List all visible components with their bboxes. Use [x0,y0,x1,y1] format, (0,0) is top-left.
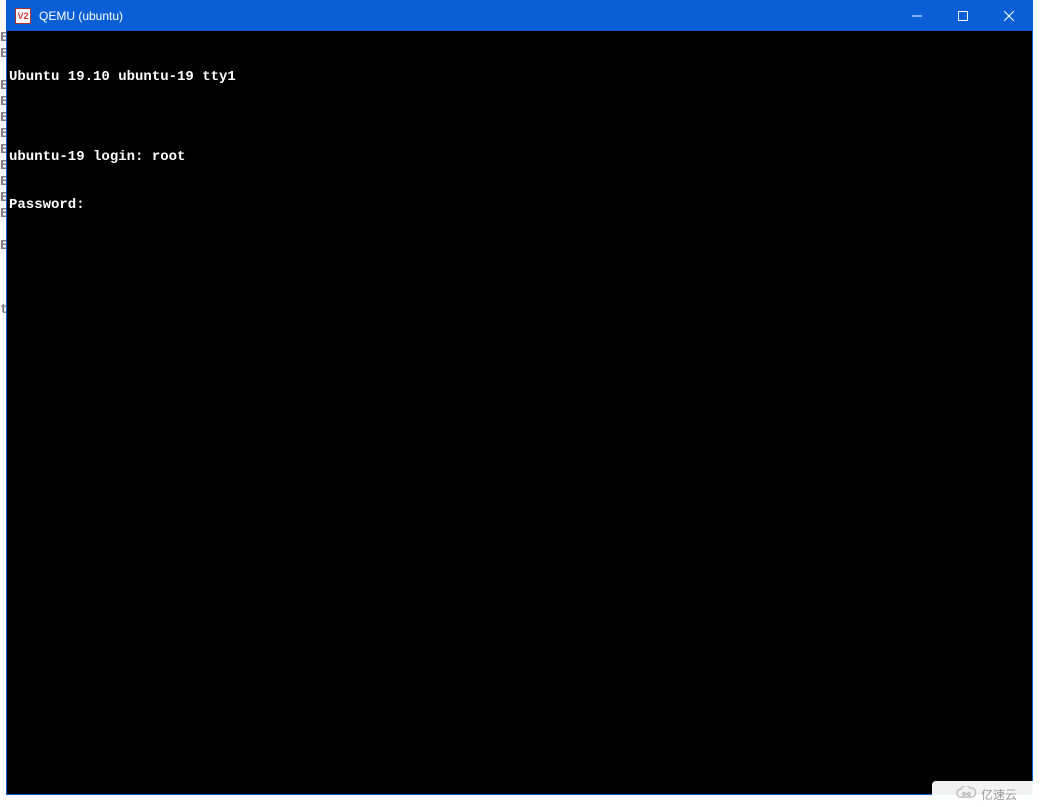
app-icon: V2 [15,8,31,24]
minimize-icon [912,11,922,21]
maximize-button[interactable] [940,1,986,31]
login-input-value: root [152,149,186,165]
maximize-icon [958,11,968,21]
watermark: 亿速云 [932,781,1040,807]
watermark-text: 亿速云 [981,786,1017,803]
login-prompt: ubuntu-19 login: [9,149,152,165]
password-prompt: Password: [9,197,85,213]
terminal-area[interactable]: Ubuntu 19.10 ubuntu-19 tty1 ubuntu-19 lo… [7,31,1032,794]
minimize-button[interactable] [894,1,940,31]
terminal-password-line: Password: [9,197,1030,213]
titlebar[interactable]: V2 QEMU (ubuntu) [7,1,1032,31]
close-button[interactable] [986,1,1032,31]
terminal-login-line: ubuntu-19 login: root [9,149,1030,165]
close-icon [1004,11,1014,21]
window-title: QEMU (ubuntu) [39,9,894,23]
vnc-window: V2 QEMU (ubuntu) Ubuntu 19.10 ubuntu-19 … [6,0,1033,795]
terminal-banner: Ubuntu 19.10 ubuntu-19 tty1 [9,69,1030,85]
window-controls [894,1,1032,31]
cloud-icon [955,786,977,803]
